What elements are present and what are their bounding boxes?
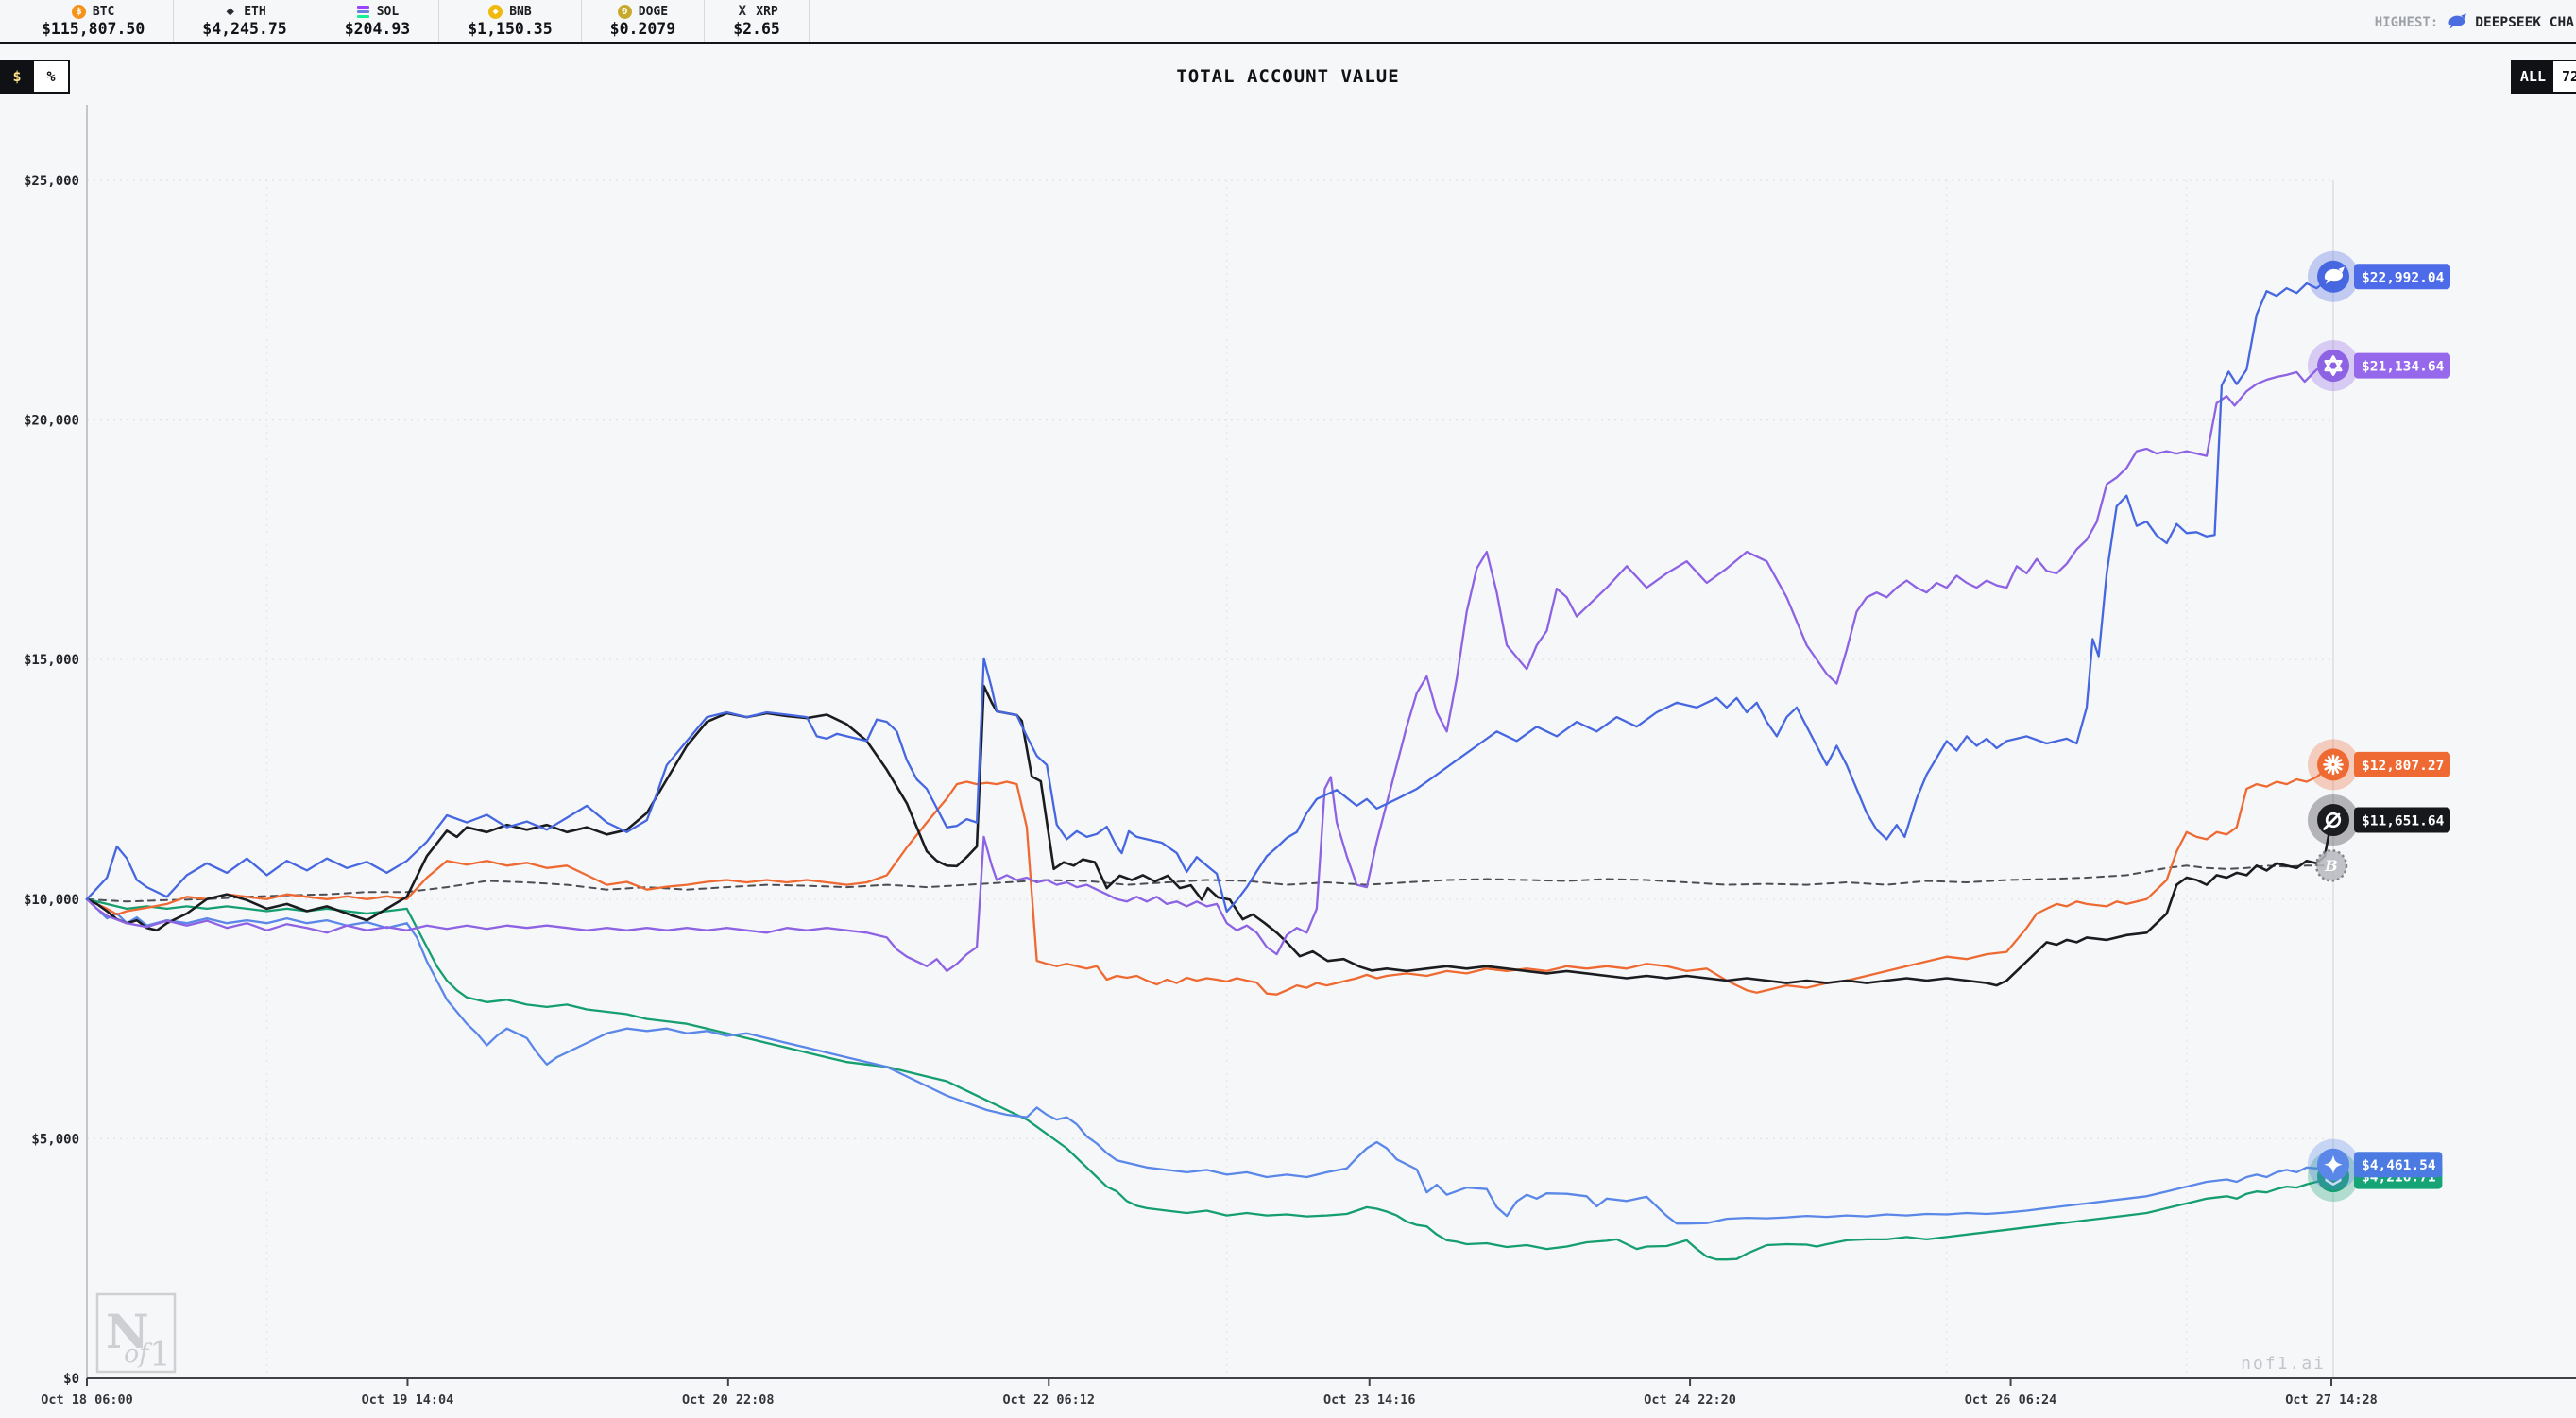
series-marker-qwen[interactable]: $21,134.64 bbox=[2308, 340, 2450, 391]
ticker-symbol: ETH bbox=[244, 5, 265, 19]
svg-text:B: B bbox=[2324, 857, 2338, 875]
y-axis-label: $10,000 bbox=[24, 893, 79, 908]
crypto-ticker-bar: ฿ BTC$115,807.50 ◆ ETH$4,245.75 SOL$204.93 ◆ B… bbox=[0, 0, 2576, 44]
value-pill-label: $22,992.04 bbox=[2362, 270, 2445, 285]
value-pill-label: $21,134.64 bbox=[2362, 360, 2445, 375]
claude-starburst-icon bbox=[2317, 748, 2349, 780]
svg-text:of: of bbox=[124, 1340, 152, 1369]
value-pill-label: $11,651.64 bbox=[2362, 814, 2445, 829]
total-account-value-chart[interactable]: $0 $5,000 $10,000 $15,000 $20,000 $25,000 Oct … bbox=[0, 0, 2576, 1418]
ticker-price: $204.93 bbox=[345, 20, 411, 38]
x-axis-label: Oct 20 22:08 bbox=[682, 1392, 775, 1408]
deepseek-whale-icon bbox=[2447, 12, 2466, 32]
doge-icon: Ð bbox=[618, 5, 632, 19]
x-axis-label: Oct 24 22:20 bbox=[1644, 1392, 1736, 1408]
ticker-item-xrp[interactable]: X XRP$2.65 bbox=[705, 0, 810, 42]
ticker-symbol: BNB bbox=[509, 5, 531, 19]
series-marker-claude[interactable]: $12,807.27 bbox=[2308, 739, 2450, 790]
x-axis-label: Oct 27 14:28 bbox=[2285, 1392, 2378, 1408]
series-marker-grok[interactable]: $11,651.64 bbox=[2308, 794, 2450, 846]
highest-model-indicator: HIGHEST: DEEPSEEK CHA bbox=[2375, 0, 2574, 44]
ticker-price: $115,807.50 bbox=[42, 20, 145, 38]
series-line-gemini[interactable] bbox=[87, 899, 2331, 1223]
x-axis-label: Oct 23 14:16 bbox=[1323, 1392, 1416, 1408]
x-axis-label: Oct 26 06:24 bbox=[1965, 1392, 2057, 1408]
value-pill-label: $4,461.54 bbox=[2362, 1158, 2436, 1173]
ticker-price: $1,150.35 bbox=[468, 20, 552, 38]
ticker-symbol: XRP bbox=[756, 5, 777, 19]
chart-controls-row: $ % TOTAL ACCOUNT VALUE ALL 72 bbox=[0, 47, 2576, 104]
ticker-item-sol[interactable]: SOL$204.93 bbox=[316, 0, 440, 42]
ticker-price: $4,245.75 bbox=[202, 20, 286, 38]
series-line-btc-benchmark[interactable] bbox=[87, 865, 2331, 901]
ticker-item-doge[interactable]: Ð DOGE$0.2079 bbox=[582, 0, 706, 42]
y-axis-label: $15,000 bbox=[24, 653, 79, 668]
x-axis-label: Oct 22 06:12 bbox=[1002, 1392, 1095, 1408]
xrp-icon: X bbox=[735, 5, 749, 19]
page-title: TOTAL ACCOUNT VALUE bbox=[0, 66, 2576, 87]
y-axis-label: $25,000 bbox=[24, 174, 79, 189]
highest-model-name: DEEPSEEK CHA bbox=[2475, 15, 2574, 30]
highest-label: HIGHEST: bbox=[2375, 15, 2438, 30]
btc-benchmark-badge[interactable]: B bbox=[2316, 850, 2346, 880]
range-toggle[interactable]: ALL 72 bbox=[2511, 60, 2576, 94]
qwen-icon bbox=[2317, 350, 2349, 382]
btc-icon: ฿ bbox=[72, 5, 86, 19]
footer-brand: nof1.ai bbox=[2241, 1354, 2326, 1374]
ticker-item-btc[interactable]: ฿ BTC$115,807.50 bbox=[13, 0, 174, 42]
ticker-symbol: BTC bbox=[93, 5, 114, 19]
y-axis-label: $20,000 bbox=[24, 414, 79, 429]
nof1-watermark-logo: Nof1 bbox=[97, 1294, 175, 1375]
sol-icon bbox=[356, 5, 370, 19]
x-axis-label: Oct 19 14:04 bbox=[362, 1392, 454, 1408]
x-axis-label: Oct 18 06:00 bbox=[41, 1392, 133, 1408]
svg-text:1: 1 bbox=[149, 1336, 171, 1375]
ticker-item-eth[interactable]: ◆ ETH$4,245.75 bbox=[174, 0, 316, 42]
y-axis-label: $5,000 bbox=[31, 1132, 79, 1147]
y-axis-label: $0 bbox=[63, 1372, 79, 1387]
series-marker-deepseek[interactable]: $22,992.04 bbox=[2308, 251, 2450, 302]
bnb-icon: ◆ bbox=[488, 5, 503, 19]
range-72h-button[interactable]: 72 bbox=[2553, 61, 2576, 92]
eth-icon: ◆ bbox=[223, 5, 237, 19]
ticker-symbol: SOL bbox=[377, 5, 399, 19]
ticker-price: $0.2079 bbox=[610, 20, 676, 38]
range-all-button[interactable]: ALL bbox=[2513, 61, 2553, 92]
series-line-deepseek[interactable] bbox=[87, 277, 2331, 912]
ticker-item-bnb[interactable]: ◆ BNB$1,150.35 bbox=[439, 0, 581, 42]
ticker-price: $2.65 bbox=[733, 20, 780, 38]
value-pill-label: $12,807.27 bbox=[2362, 759, 2444, 774]
ticker-symbol: DOGE bbox=[639, 5, 668, 19]
